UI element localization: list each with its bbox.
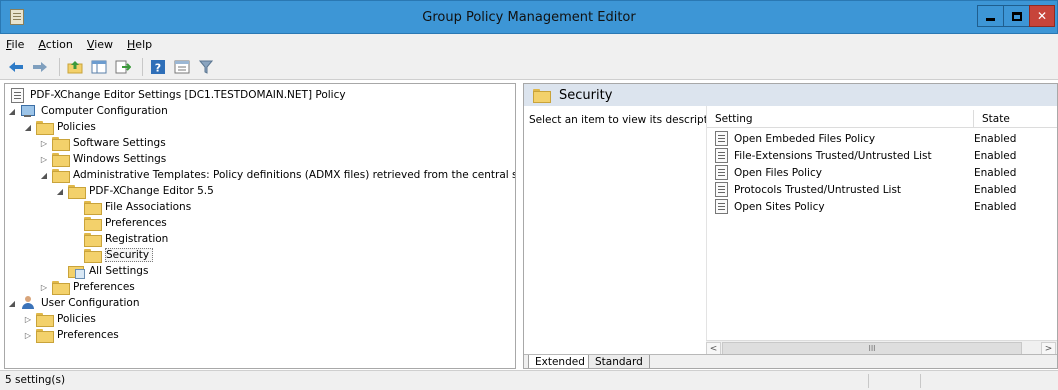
all-settings-icon <box>68 264 85 279</box>
collapse-arrow-icon[interactable]: ◢ <box>23 123 33 132</box>
expand-arrow-icon[interactable]: ▷ <box>39 139 49 148</box>
status-bar: 5 setting(s) <box>0 370 1058 390</box>
help-icon[interactable]: ? <box>148 57 168 77</box>
tree-item-windows-settings[interactable]: ▷ Windows Settings <box>39 151 166 167</box>
svg-text:?: ? <box>155 61 161 74</box>
horizontal-scrollbar[interactable]: < III > <box>706 340 1057 355</box>
list-item[interactable]: File-Extensions Trusted/Untrusted List E… <box>707 147 1057 164</box>
policy-setting-icon <box>715 199 728 214</box>
tree-item-computer-configuration[interactable]: ◢ Computer Configuration <box>7 103 168 119</box>
forward-arrow-icon[interactable] <box>30 57 50 77</box>
folder-icon <box>533 89 551 103</box>
folder-icon <box>36 313 54 327</box>
user-icon <box>20 296 36 310</box>
tree-item-file-associations[interactable]: File Associations <box>84 199 191 215</box>
folder-icon <box>68 185 86 199</box>
back-arrow-icon[interactable] <box>6 57 26 77</box>
tree-item-preferences[interactable]: Preferences <box>84 215 167 231</box>
menu-help[interactable]: Help <box>127 38 152 51</box>
status-divider <box>920 374 921 388</box>
window-title: Group Policy Management Editor <box>422 10 636 25</box>
menu-file[interactable]: File <box>6 38 24 51</box>
tree-root[interactable]: PDF-XChange Editor Settings [DC1.TESTDOM… <box>11 87 346 103</box>
toolbar: ? <box>0 54 1058 80</box>
title-bar: Group Policy Management Editor ✕ <box>0 0 1058 34</box>
maximize-icon <box>1011 11 1022 21</box>
folder-icon <box>52 281 70 295</box>
details-title: Security <box>559 87 613 103</box>
policy-setting-icon <box>715 148 728 163</box>
toolbar-separator <box>59 57 60 76</box>
details-header: Security <box>524 84 1057 106</box>
collapse-arrow-icon[interactable]: ◢ <box>55 187 65 196</box>
minimize-icon <box>986 17 995 21</box>
tree-item-computer-preferences[interactable]: ▷ Preferences <box>39 279 135 295</box>
menu-action[interactable]: Action <box>38 38 72 51</box>
tree-item-pdf-xchange-editor[interactable]: ◢ PDF-XChange Editor 5.5 <box>55 183 214 199</box>
properties-icon[interactable] <box>172 57 192 77</box>
folder-icon <box>84 201 102 215</box>
tree-item-registration[interactable]: Registration <box>84 231 168 247</box>
toolbar-separator <box>142 57 143 76</box>
close-button[interactable]: ✕ <box>1029 5 1055 27</box>
tree-item-security[interactable]: Security <box>84 247 154 263</box>
view-tabs: Extended Standard <box>524 354 1057 368</box>
tree-item-user-preferences[interactable]: ▷ Preferences <box>23 327 119 343</box>
up-folder-icon[interactable] <box>65 57 85 77</box>
filter-icon[interactable] <box>196 57 216 77</box>
tree-item-all-settings[interactable]: All Settings <box>68 263 148 279</box>
minimize-button[interactable] <box>977 5 1004 27</box>
collapse-arrow-icon[interactable]: ◢ <box>7 107 17 116</box>
export-list-icon[interactable] <box>113 57 133 77</box>
column-header-state[interactable]: State <box>974 110 1057 128</box>
tree-pane[interactable]: PDF-XChange Editor Settings [DC1.TESTDOM… <box>4 83 516 369</box>
settings-list[interactable]: Setting State Open Embeded Files Policy … <box>706 106 1057 354</box>
expand-arrow-icon[interactable]: ▷ <box>23 315 33 324</box>
tree-item-software-settings[interactable]: ▷ Software Settings <box>39 135 166 151</box>
show-hide-tree-icon[interactable] <box>89 57 109 77</box>
expand-arrow-icon[interactable]: ▷ <box>23 331 33 340</box>
folder-icon <box>84 217 102 231</box>
list-item[interactable]: Open Embeded Files Policy Enabled <box>707 130 1057 147</box>
tree-item-user-configuration[interactable]: ◢ User Configuration <box>7 295 139 311</box>
policy-icon <box>11 87 24 103</box>
tree-item-policies[interactable]: ◢ Policies <box>23 119 96 135</box>
expand-arrow-icon[interactable]: ▷ <box>39 155 49 164</box>
menu-view[interactable]: View <box>87 38 113 51</box>
collapse-arrow-icon[interactable]: ◢ <box>39 171 49 180</box>
list-item[interactable]: Open Sites Policy Enabled <box>707 198 1057 215</box>
column-header-setting[interactable]: Setting <box>707 110 974 128</box>
collapse-arrow-icon[interactable]: ◢ <box>7 299 17 308</box>
folder-icon <box>52 137 70 151</box>
tree-item-user-policies[interactable]: ▷ Policies <box>23 311 96 327</box>
folder-icon <box>36 329 54 343</box>
policy-setting-icon <box>715 131 728 146</box>
folder-icon <box>52 169 70 183</box>
tab-standard[interactable]: Standard <box>588 355 650 368</box>
tree-item-administrative-templates[interactable]: ◢ Administrative Templates: Policy defin… <box>39 167 515 183</box>
tree-item-security-label: Security <box>105 248 154 262</box>
details-pane: Security Select an item to view its desc… <box>523 83 1058 369</box>
maximize-button[interactable] <box>1003 5 1030 27</box>
expand-arrow-icon[interactable]: ▷ <box>39 283 49 292</box>
tab-extended[interactable]: Extended <box>528 355 592 368</box>
folder-icon <box>84 233 102 247</box>
policy-setting-icon <box>715 182 728 197</box>
computer-icon <box>20 104 36 118</box>
list-item[interactable]: Protocols Trusted/Untrusted List Enabled <box>707 181 1057 198</box>
close-icon: ✕ <box>1036 9 1048 23</box>
folder-icon <box>52 153 70 167</box>
folder-icon <box>36 121 54 135</box>
description-text: Select an item to view its description. <box>529 114 728 126</box>
folder-icon <box>84 249 102 263</box>
menu-bar: File Action View Help <box>0 34 1058 54</box>
status-divider <box>868 374 869 388</box>
list-item[interactable]: Open Files Policy Enabled <box>707 164 1057 181</box>
policy-setting-icon <box>715 165 728 180</box>
status-text: 5 setting(s) <box>5 374 66 386</box>
